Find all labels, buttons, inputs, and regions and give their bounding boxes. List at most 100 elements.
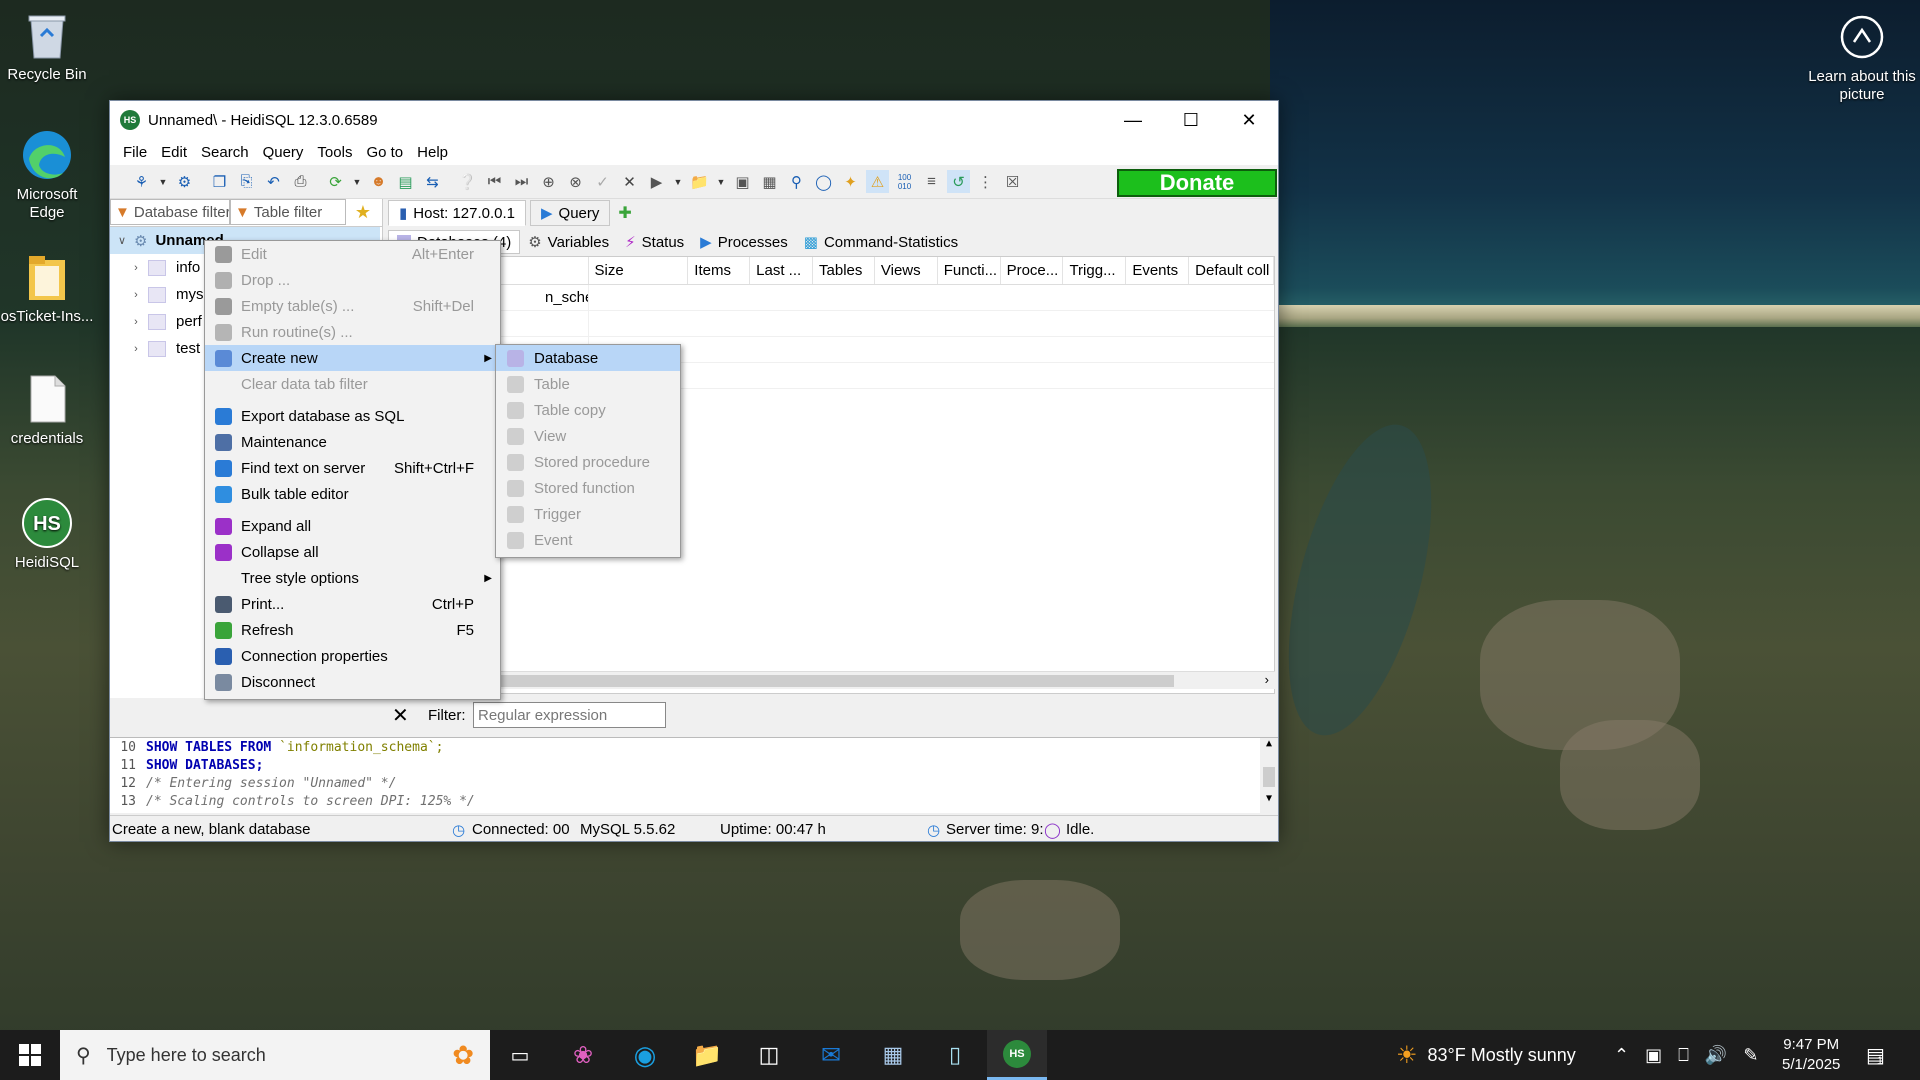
column-header[interactable]: Last ... <box>750 257 814 284</box>
title-bar[interactable]: HS Unnamed\ - HeidiSQL 12.3.0.6589 — ☐ ✕ <box>110 101 1278 139</box>
weather-widget[interactable]: ☀ 83°F Mostly sunny <box>1396 1030 1576 1080</box>
chevron-right-icon[interactable]: › <box>124 316 148 328</box>
chevron-right-icon[interactable]: › <box>124 289 148 301</box>
scroll-down-icon[interactable]: ▼ <box>1260 793 1278 804</box>
sql-log[interactable]: 10 SHOW TABLES FROM `information_schema`… <box>110 737 1278 814</box>
menu-item-tree-style-options[interactable]: Tree style options ▶ <box>205 565 500 591</box>
menu-item-print[interactable]: Print... Ctrl+P <box>205 591 500 617</box>
menu-item-event[interactable]: Event <box>496 527 680 553</box>
network-icon[interactable]: ⎕ <box>1678 1045 1689 1066</box>
import-icon[interactable]: ▤ <box>394 170 417 193</box>
vertical-scrollbar[interactable]: ▲ ▼ <box>1260 738 1278 814</box>
menu-search[interactable]: Search <box>194 144 256 161</box>
clock[interactable]: 9:47 PM 5/1/2025 <box>1782 1030 1840 1080</box>
chevron-up-icon[interactable]: ⌃ <box>1614 1045 1629 1066</box>
notepad-icon[interactable]: ▯ <box>925 1030 985 1080</box>
menu-item-stored-procedure[interactable]: Stored procedure <box>496 449 680 475</box>
menu-item-bulk-table-editor[interactable]: Bulk table editor <box>205 481 500 507</box>
menu-item-table-copy[interactable]: Table copy <box>496 397 680 423</box>
tab-host[interactable]: ▮ Host: 127.0.0.1 <box>388 200 526 226</box>
menu-item-trigger[interactable]: Trigger <box>496 501 680 527</box>
tab-command-statistics[interactable]: ▩ Command-Statistics <box>795 230 967 254</box>
run-icon[interactable]: ▶ <box>645 170 668 193</box>
save-snippet-icon[interactable]: ▦ <box>758 170 781 193</box>
column-header[interactable]: Items <box>688 257 751 284</box>
menu-item-find-text-on-server[interactable]: Find text on server Shift+Ctrl+F <box>205 455 500 481</box>
warning-icon[interactable]: ⚠ <box>866 170 889 193</box>
column-header[interactable]: Views <box>875 257 938 284</box>
print-icon[interactable]: ⎙ <box>289 170 312 193</box>
chevron-down-icon[interactable]: ∨ <box>110 234 134 247</box>
menu-edit[interactable]: Edit <box>154 144 194 161</box>
scrollbar-thumb[interactable] <box>388 675 1174 687</box>
transfer-icon[interactable]: ⇆ <box>421 170 444 193</box>
start-button[interactable] <box>0 1030 60 1080</box>
replace-icon[interactable]: ◯ <box>812 170 835 193</box>
menu-item-create-new[interactable]: Create new ▶ <box>205 345 500 371</box>
copy-icon[interactable]: ❐ <box>208 170 231 193</box>
filter-input[interactable]: Regular expression <box>473 702 666 728</box>
dropdown-icon[interactable]: ▼ <box>351 170 363 193</box>
volume-icon[interactable]: 🔊 <box>1705 1045 1727 1066</box>
menu-item-connection-properties[interactable]: Connection properties <box>205 643 500 669</box>
column-header[interactable]: Size <box>589 257 689 284</box>
menu-item-expand-all[interactable]: Expand all <box>205 513 500 539</box>
column-header[interactable]: Events <box>1126 257 1190 284</box>
desktop-icon-credentials[interactable]: credentials <box>0 372 94 448</box>
menu-item-empty-table-s[interactable]: Empty table(s) ... Shift+Del <box>205 293 500 319</box>
add-icon[interactable]: ⊕ <box>537 170 560 193</box>
column-header[interactable]: Tables <box>813 257 875 284</box>
notification-button[interactable]: ▤ 1 <box>1866 1030 1885 1080</box>
database-filter-input[interactable]: ▼ Database filter <box>110 199 230 225</box>
menu-item-disconnect[interactable]: Disconnect <box>205 669 500 695</box>
column-header[interactable]: Trigg... <box>1063 257 1127 284</box>
menu-item-view[interactable]: View <box>496 423 680 449</box>
table-row[interactable] <box>389 311 1274 337</box>
meet-icon[interactable]: ▣ <box>1645 1045 1662 1066</box>
find-icon[interactable]: ⚲ <box>785 170 808 193</box>
chevron-right-icon[interactable]: › <box>124 343 148 355</box>
desktop-icon-edge[interactable]: Microsoft Edge <box>0 128 94 222</box>
learn-about-picture[interactable]: Learn about this picture <box>1804 10 1920 104</box>
scrollbar-thumb[interactable] <box>1263 767 1275 787</box>
scroll-right-icon[interactable]: › <box>1265 672 1269 687</box>
menu-item-table[interactable]: Table <box>496 371 680 397</box>
delete-icon[interactable]: ⊗ <box>564 170 587 193</box>
maximize-button[interactable]: ☐ <box>1162 101 1220 139</box>
dropdown-icon[interactable]: ▼ <box>715 170 727 193</box>
menu-item-database[interactable]: Database <box>496 345 680 371</box>
binary-icon[interactable]: 100 010 <box>893 170 916 193</box>
menu-item-refresh[interactable]: Refresh F5 <box>205 617 500 643</box>
tab-status[interactable]: ⚡ Status <box>617 230 693 254</box>
dropdown-icon[interactable]: ▼ <box>157 170 169 193</box>
close-button[interactable]: ✕ <box>1220 101 1278 139</box>
clear-filter-icon[interactable]: ✕ <box>392 703 409 728</box>
menu-query[interactable]: Query <box>256 144 311 161</box>
horizontal-scrollbar[interactable]: › <box>388 671 1275 689</box>
task-view-icon[interactable]: ▭ <box>490 1030 550 1080</box>
close-tab-icon[interactable]: ☒ <box>1001 170 1024 193</box>
menu-item-drop[interactable]: Drop ... <box>205 267 500 293</box>
desktop-icon-recycle-bin[interactable]: Recycle Bin <box>0 8 94 84</box>
menu-item-export-database-as-sql[interactable]: Export database as SQL <box>205 403 500 429</box>
menu-item-edit[interactable]: Edit Alt+Enter <box>205 241 500 267</box>
donate-button[interactable]: Donate <box>1117 169 1277 197</box>
menu-file[interactable]: File <box>116 144 154 161</box>
post-icon[interactable]: ✓ <box>591 170 614 193</box>
outlook-icon[interactable]: ✉ <box>801 1030 861 1080</box>
undo-icon[interactable]: ↶ <box>262 170 285 193</box>
table-row[interactable]: n_schema <box>389 285 1274 311</box>
disconnect-icon[interactable]: ⚙ <box>173 170 196 193</box>
desktop-icon-heidisql[interactable]: HS HeidiSQL <box>0 496 94 572</box>
file-explorer-icon[interactable]: 📁 <box>677 1030 737 1080</box>
cancel-icon[interactable]: ✕ <box>618 170 641 193</box>
menu-item-collapse-all[interactable]: Collapse all <box>205 539 500 565</box>
menu-goto[interactable]: Go to <box>359 144 410 161</box>
table-filter-input[interactable]: ▼ Table filter <box>230 199 346 225</box>
first-icon[interactable]: ⏮ <box>483 170 506 193</box>
autorefresh-icon[interactable]: ↺ <box>947 170 970 193</box>
format-icon[interactable]: ✦ <box>839 170 862 193</box>
menu-tools[interactable]: Tools <box>310 144 359 161</box>
menu-item-stored-function[interactable]: Stored function <box>496 475 680 501</box>
tab-processes[interactable]: ▶ Processes <box>692 230 796 254</box>
